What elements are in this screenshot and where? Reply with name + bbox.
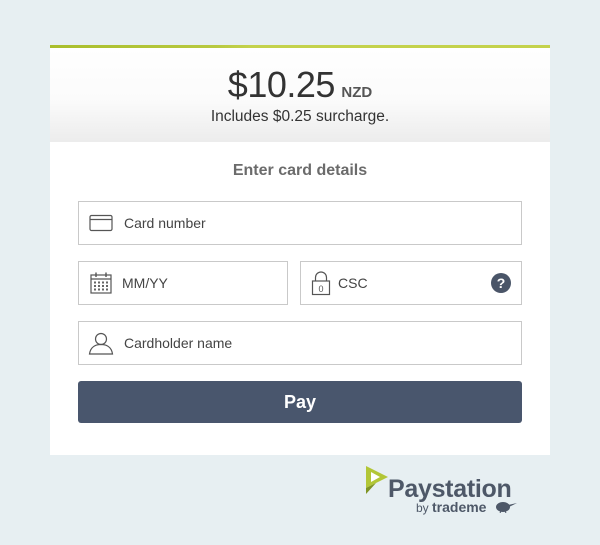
paystation-logo-icon bbox=[366, 466, 388, 494]
svg-text:0: 0 bbox=[318, 284, 323, 294]
help-icon[interactable]: ? bbox=[491, 273, 511, 293]
expiry-field[interactable]: MM/YY bbox=[78, 261, 288, 305]
payment-amount: $10.25 bbox=[227, 64, 336, 105]
pay-button[interactable]: Pay bbox=[78, 381, 522, 423]
brand-by: by bbox=[416, 501, 429, 515]
form-title: Enter card details bbox=[232, 162, 368, 179]
kiwi-icon bbox=[494, 501, 518, 514]
expiry-placeholder: MM/YY bbox=[122, 275, 168, 291]
surcharge-note: Includes $0.25 surcharge. bbox=[210, 108, 390, 125]
csc-placeholder: CSC bbox=[338, 275, 368, 291]
user-icon bbox=[88, 331, 114, 355]
amount-header: $10.25 NZD Includes $0.25 surcharge. bbox=[50, 48, 550, 142]
paystation-branding: Paystation by trademe bbox=[366, 466, 526, 516]
lock-icon: 0 bbox=[311, 270, 331, 296]
cardholder-name-placeholder: Cardholder name bbox=[124, 335, 233, 351]
amount-row: $10.25 NZD bbox=[50, 64, 550, 106]
calendar-icon bbox=[89, 271, 113, 295]
csc-field[interactable]: 0 CSC ? bbox=[300, 261, 522, 305]
credit-card-icon bbox=[89, 214, 113, 232]
payment-currency: NZD bbox=[341, 84, 373, 101]
card-number-field[interactable]: Card number bbox=[78, 201, 522, 245]
cardholder-name-field[interactable]: Cardholder name bbox=[78, 321, 522, 365]
payment-card: $10.25 NZD Includes $0.25 surcharge. Ent… bbox=[50, 45, 550, 455]
brand-partner: trademe bbox=[432, 499, 487, 515]
card-number-placeholder: Card number bbox=[124, 215, 206, 231]
